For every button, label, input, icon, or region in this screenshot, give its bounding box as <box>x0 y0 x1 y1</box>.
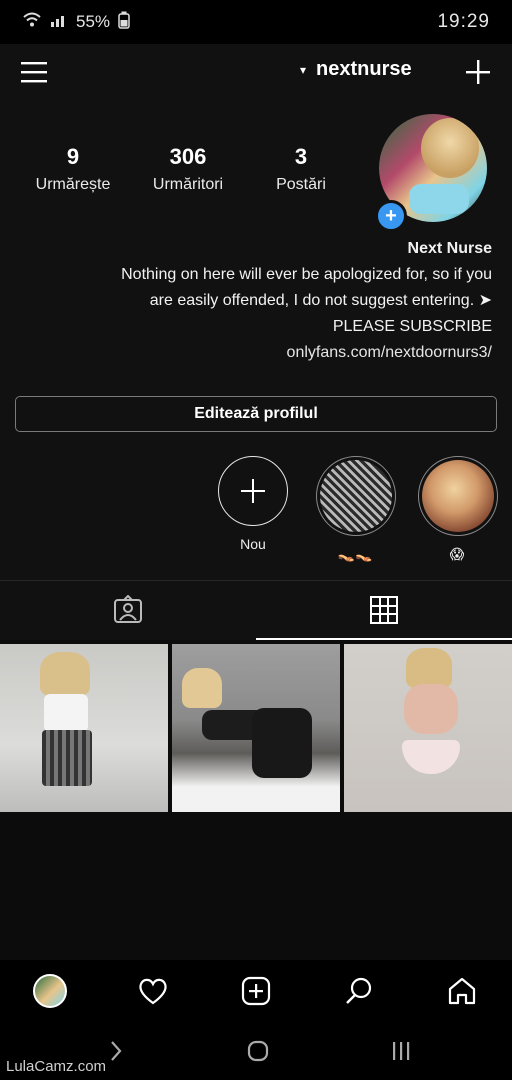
plus-icon <box>241 479 265 503</box>
bio-line-3: PLEASE SUBSCRIBE <box>332 318 492 335</box>
bio: Next Nurse Nothing on here will ever be … <box>0 236 492 366</box>
post-thumbnail[interactable] <box>344 644 512 812</box>
home-circle-icon <box>247 1040 269 1062</box>
profile-header: ▾ nextnurse <box>0 44 512 100</box>
nav-search[interactable] <box>339 971 379 1011</box>
new-highlight-circle <box>218 456 288 526</box>
highlight-label: Nou <box>240 536 266 552</box>
back-button[interactable] <box>106 1036 126 1066</box>
display-name: Next Nurse <box>407 240 492 257</box>
nav-profile[interactable] <box>30 971 70 1011</box>
highlight-item[interactable]: 😱 <box>418 456 498 563</box>
following-label: Urmărește <box>35 176 111 193</box>
home-button[interactable] <box>246 1036 270 1066</box>
followers-stat[interactable]: 306 Urmăritori <box>133 144 243 194</box>
chevron-right-icon <box>111 1041 122 1061</box>
followers-label: Urmăritori <box>152 176 224 193</box>
tab-tagged[interactable] <box>0 581 256 639</box>
posts-label: Postări <box>276 176 326 193</box>
recents-icon <box>393 1042 410 1060</box>
status-bar: 55% 19:29 <box>0 0 512 44</box>
username: nextnurse <box>316 58 412 80</box>
profile-avatar[interactable]: + <box>375 114 489 232</box>
account-switcher[interactable]: ▾ nextnurse <box>300 58 412 81</box>
post-grid <box>0 644 512 814</box>
highlight-item[interactable]: 👡👡 <box>316 456 396 563</box>
watermark: LulaCamz.com <box>6 1058 107 1075</box>
posts-stat[interactable]: 3 Postări <box>246 144 356 194</box>
active-tab-indicator <box>256 638 512 640</box>
highlight-label: 😱 <box>449 546 465 562</box>
nav-home[interactable] <box>442 971 482 1011</box>
highlight-ring <box>316 456 396 536</box>
following-stat[interactable]: 9 Urmărește <box>18 144 128 194</box>
bio-line-1: Nothing on here will ever be apologized … <box>121 266 492 283</box>
heart-icon <box>139 978 167 1005</box>
bio-line-2: are easily offended, I do not suggest en… <box>149 292 492 309</box>
tab-grid[interactable] <box>256 581 512 639</box>
recents-button[interactable] <box>388 1036 414 1066</box>
post-thumbnail[interactable] <box>0 644 168 812</box>
bottom-nav <box>0 960 512 1022</box>
clock: 19:29 <box>437 11 490 32</box>
nav-new-post[interactable] <box>236 971 276 1011</box>
menu-button[interactable] <box>18 56 50 88</box>
avatar <box>33 974 67 1008</box>
profile-screen: 55% 19:29 ▾ nextnurse 3 Postări 306 Urmă… <box>0 0 512 1080</box>
tagged-icon <box>114 595 142 623</box>
bio-link[interactable]: onlyfans.com/nextdoornurs3/ <box>0 340 492 366</box>
add-story-icon[interactable]: + <box>375 200 407 232</box>
grid-icon <box>370 596 398 624</box>
wifi-icon <box>22 12 42 33</box>
status-icons: 55% <box>22 11 130 34</box>
add-post-icon <box>241 976 271 1006</box>
following-count: 9 <box>66 144 80 169</box>
nav-activity[interactable] <box>133 971 173 1011</box>
plus-icon <box>466 60 490 84</box>
followers-count: 306 <box>169 144 207 169</box>
signal-icon <box>50 12 68 33</box>
new-post-button[interactable] <box>462 56 494 88</box>
hamburger-icon <box>21 62 47 83</box>
new-highlight[interactable]: Nou <box>214 456 292 552</box>
post-thumbnail[interactable] <box>172 644 340 812</box>
chevron-down-icon: ▾ <box>300 62 307 77</box>
search-icon <box>346 977 372 1004</box>
profile-tabs <box>0 580 512 640</box>
battery-icon <box>118 11 130 34</box>
highlight-label: 👡👡 <box>337 546 373 562</box>
home-icon <box>448 977 476 1005</box>
edit-profile-button[interactable]: Editează profilul <box>15 396 497 432</box>
battery-percent: 55% <box>76 12 111 31</box>
profile-section: 3 Postări 306 Urmăritori 9 Urmărește + N… <box>0 100 512 580</box>
highlight-ring <box>418 456 498 536</box>
posts-count: 3 <box>294 144 308 169</box>
